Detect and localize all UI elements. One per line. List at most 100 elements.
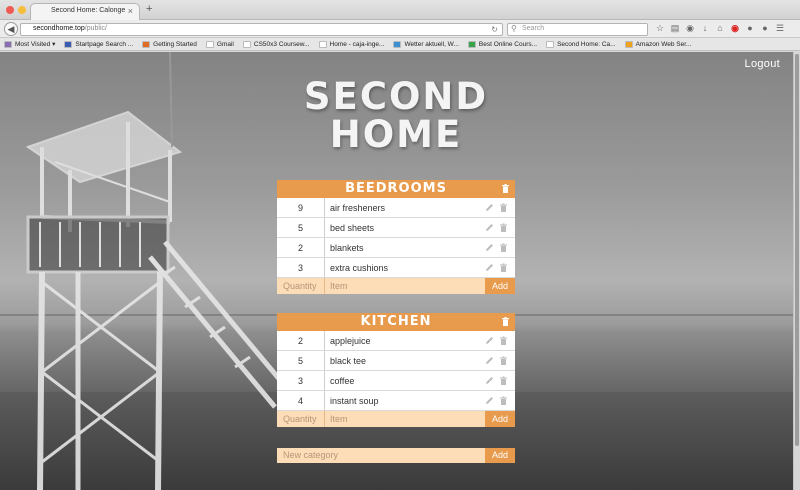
brand-line-1: SECOND — [303, 75, 489, 118]
item-input[interactable]: Item — [325, 411, 485, 427]
logout-link[interactable]: Logout — [745, 58, 780, 70]
scrollbar-thumb[interactable] — [795, 54, 799, 446]
item-quantity: 3 — [277, 258, 325, 277]
bookmark-favicon-icon — [142, 40, 151, 48]
delete-trash-icon[interactable] — [499, 356, 508, 365]
category-card-kitchen: KITCHEN 2 applejuice 5 black tee 3 coffee 4 ins… — [277, 313, 515, 427]
new-category-input[interactable]: New category — [277, 448, 485, 463]
item-row: 3 extra cushions — [277, 258, 515, 278]
download-icon[interactable]: ↓ — [700, 23, 710, 34]
item-name: black tee — [330, 356, 367, 366]
edit-pencil-icon[interactable] — [485, 203, 494, 212]
bookmark-item[interactable]: Best Online Cours... — [467, 40, 537, 48]
bookmarks-toolbar: Most Visited ▾ Startpage Search ... Gettin… — [0, 38, 800, 51]
menu-icon[interactable]: ☰ — [775, 23, 785, 34]
edit-pencil-icon[interactable] — [485, 243, 494, 252]
search-placeholder: Search — [522, 25, 545, 32]
pocket-icon[interactable]: ◉ — [685, 23, 695, 34]
item-actions — [485, 351, 515, 370]
delete-trash-icon[interactable] — [499, 203, 508, 212]
quantity-input[interactable]: Quantity — [277, 278, 325, 294]
item-input[interactable]: Item — [325, 278, 485, 294]
item-name: coffee — [330, 376, 355, 386]
browser-nav-bar: ◀ secondhome.top/public/ ↻ ⚲ Search ☆ ▤ … — [0, 20, 800, 38]
add-category-button[interactable]: Add — [485, 448, 515, 463]
url-input[interactable]: secondhome.top/public/ ↻ — [20, 23, 503, 36]
edit-pencil-icon[interactable] — [485, 396, 494, 405]
edit-pencil-icon[interactable] — [485, 223, 494, 232]
new-tab-button[interactable]: + — [146, 4, 152, 15]
item-actions — [485, 258, 515, 277]
bookmark-item[interactable]: Second Home: Ca... — [546, 40, 616, 48]
bookmark-label: Amazon Web Ser... — [635, 40, 692, 48]
close-window-button[interactable] — [6, 6, 14, 14]
bookmark-item[interactable]: Wetter aktuell, W... — [393, 40, 459, 48]
item-name: applejuice — [330, 336, 371, 346]
bookmark-label: Second Home: Ca... — [557, 40, 616, 48]
bookmark-item[interactable]: Most Visited ▾ — [4, 40, 55, 48]
item-quantity: 3 — [277, 371, 325, 390]
edit-pencil-icon[interactable] — [485, 376, 494, 385]
delete-trash-icon[interactable] — [499, 263, 508, 272]
item-row: 2 applejuice — [277, 331, 515, 351]
bookmark-label: Most Visited ▾ — [15, 41, 56, 48]
bookmark-favicon-icon — [624, 40, 633, 48]
delete-trash-icon[interactable] — [499, 223, 508, 232]
bookmark-favicon-icon — [4, 40, 12, 48]
item-name: blankets — [330, 243, 364, 253]
bookmark-item[interactable]: Gmail — [205, 40, 234, 48]
item-quantity: 4 — [277, 391, 325, 410]
brand-line-2: HOME — [329, 113, 463, 156]
reading-list-icon[interactable]: ▤ — [670, 23, 680, 34]
category-card-beedrooms: BEEDROOMS 9 air fresheners 5 bed sheets 2 bla… — [277, 180, 515, 294]
bookmark-label: Home - caja-inge... — [329, 40, 385, 48]
delete-trash-icon[interactable] — [499, 336, 508, 345]
bookmark-favicon-icon — [546, 40, 555, 48]
bookmark-label: Getting Started — [153, 40, 197, 48]
item-name: bed sheets — [330, 223, 375, 233]
delete-category-icon[interactable] — [502, 317, 509, 326]
adblock-icon[interactable]: ◉ — [730, 23, 740, 34]
quantity-input[interactable]: Quantity — [277, 411, 325, 427]
bookmark-item[interactable]: Amazon Web Ser... — [624, 40, 692, 48]
bookmark-item[interactable]: Startpage Search ... — [64, 40, 133, 48]
delete-category-icon[interactable] — [502, 184, 509, 193]
item-name: extra cushions — [330, 263, 389, 273]
reload-icon[interactable]: ↻ — [491, 25, 498, 34]
extension-icon[interactable]: ● — [760, 23, 770, 34]
item-quantity: 5 — [277, 351, 325, 370]
bookmark-favicon-icon — [318, 40, 327, 48]
item-row: 5 black tee — [277, 351, 515, 371]
item-row: 4 instant soup — [277, 391, 515, 411]
add-item-button[interactable]: Add — [485, 278, 515, 294]
back-icon[interactable]: ◀ — [4, 22, 18, 36]
bookmark-item[interactable]: CS50x3 Coursew... — [242, 40, 310, 48]
item-name: air fresheners — [330, 203, 386, 213]
delete-trash-icon[interactable] — [499, 243, 508, 252]
bookmark-item[interactable]: Home - caja-inge... — [318, 40, 385, 48]
add-item-button[interactable]: Add — [485, 411, 515, 427]
item-quantity: 9 — [277, 198, 325, 217]
page-scrollbar[interactable] — [793, 52, 800, 490]
search-input[interactable]: ⚲ Search — [507, 23, 648, 36]
new-category-row: New category Add — [277, 448, 515, 463]
bookmark-favicon-icon — [393, 40, 402, 48]
bookmark-favicon-icon — [205, 40, 214, 48]
bookmark-label: Wetter aktuell, W... — [404, 40, 459, 48]
add-item-row: Quantity Item Add — [277, 278, 515, 294]
delete-trash-icon[interactable] — [499, 396, 508, 405]
chat-icon[interactable]: ● — [745, 23, 755, 34]
edit-pencil-icon[interactable] — [485, 336, 494, 345]
bookmark-star-icon[interactable]: ☆ — [655, 23, 665, 34]
item-row: 5 bed sheets — [277, 218, 515, 238]
category-title: KITCHEN — [360, 314, 432, 329]
edit-pencil-icon[interactable] — [485, 356, 494, 365]
tab-close-icon[interactable]: × — [128, 6, 133, 16]
minimize-window-button[interactable] — [18, 6, 26, 14]
delete-trash-icon[interactable] — [499, 376, 508, 385]
bookmark-item[interactable]: Getting Started — [142, 40, 197, 48]
browser-tab-bar: Second Home: Calonge × + — [0, 0, 800, 20]
home-icon[interactable]: ⌂ — [715, 23, 725, 34]
edit-pencil-icon[interactable] — [485, 263, 494, 272]
browser-tab[interactable]: Second Home: Calonge × — [30, 3, 140, 20]
